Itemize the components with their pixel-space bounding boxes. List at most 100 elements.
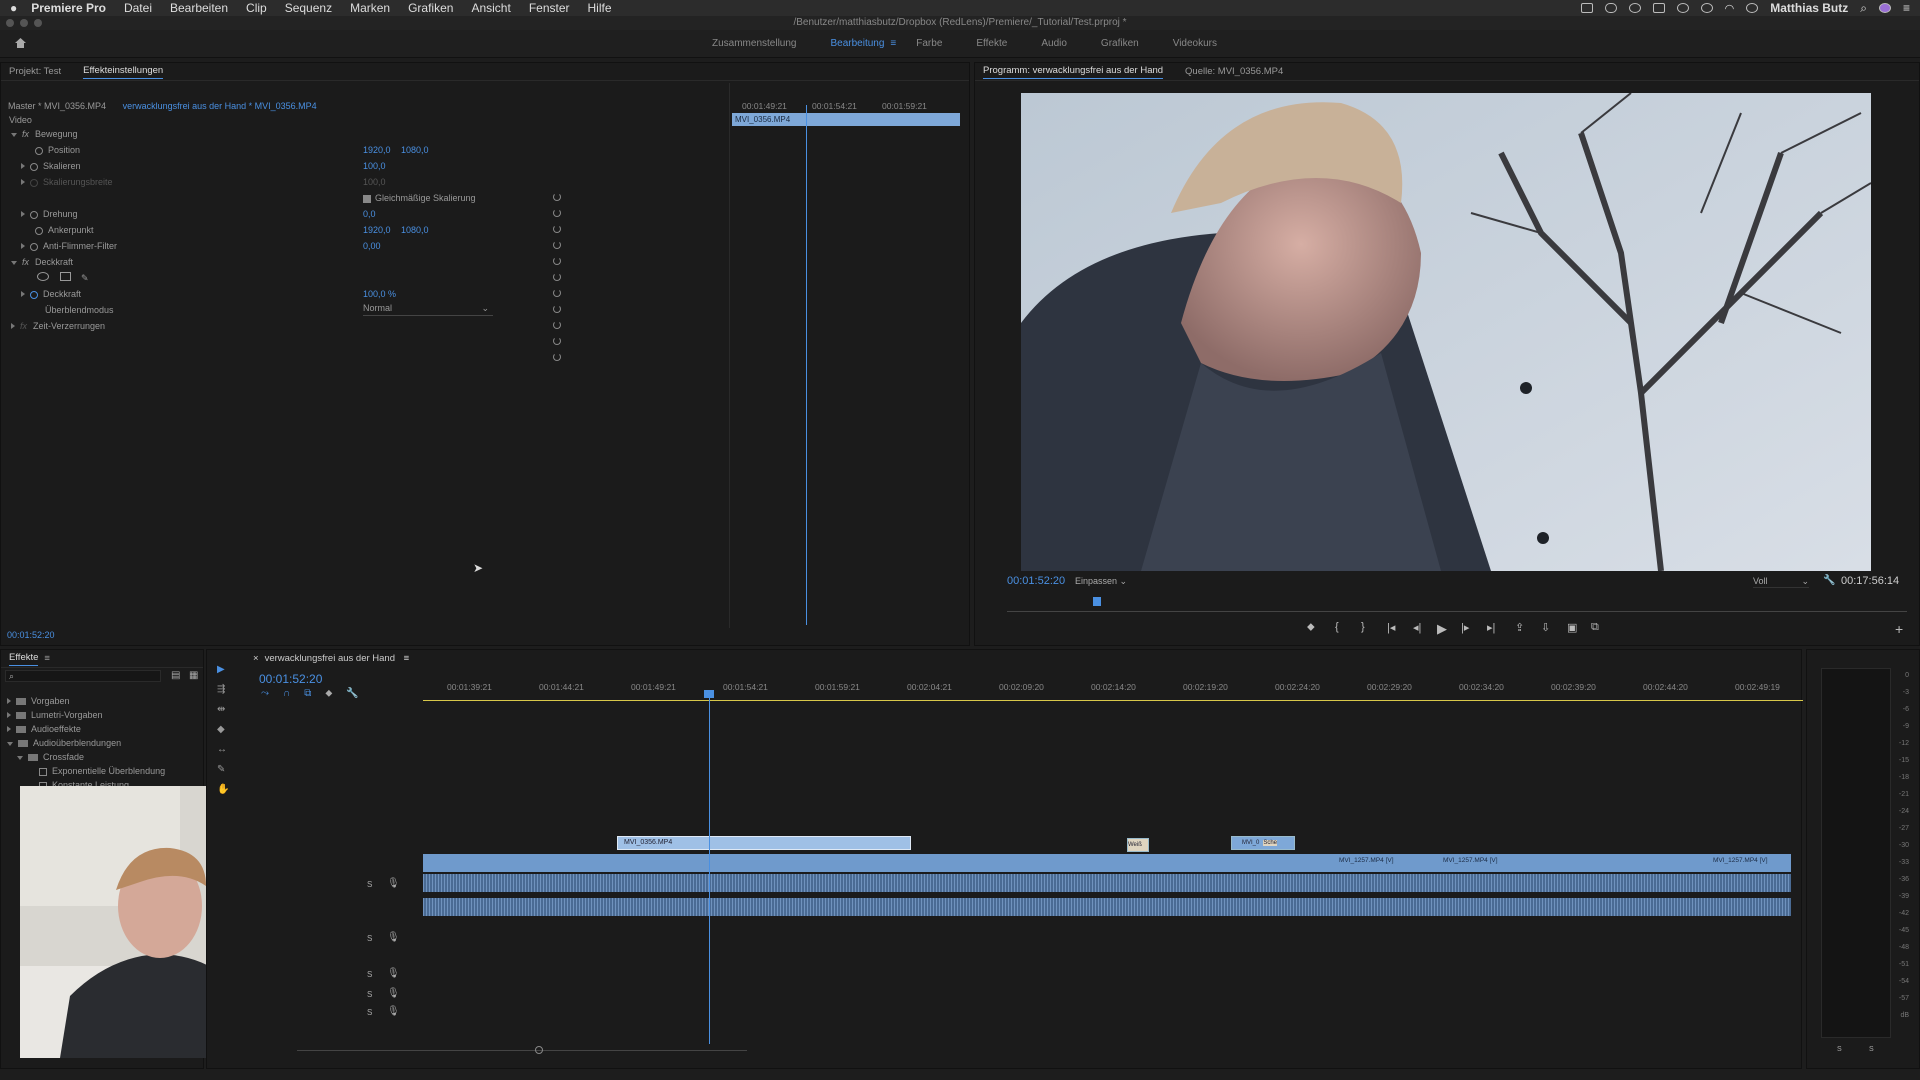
effect-timecode[interactable]: 00:01:52:20	[7, 630, 55, 640]
reset-icon[interactable]	[553, 289, 561, 297]
go-to-in-button[interactable]: |◂	[1387, 621, 1395, 634]
go-to-out-button[interactable]: ▸|	[1487, 621, 1495, 634]
expand-icon[interactable]	[7, 726, 11, 732]
expand-icon[interactable]	[11, 323, 15, 329]
timeline-scrollbar[interactable]	[297, 1050, 747, 1051]
track-select-tool-icon[interactable]: ⇶	[217, 684, 229, 695]
expand-icon[interactable]	[21, 243, 25, 249]
tab-effect-controls[interactable]: Effekteinstellungen	[83, 65, 164, 79]
history-icon[interactable]	[1700, 3, 1713, 13]
ellipse-mask-icon[interactable]	[37, 272, 49, 281]
stopwatch-icon[interactable]	[35, 146, 43, 155]
screen-icon[interactable]	[1580, 3, 1593, 13]
sequence-clip-label[interactable]: verwacklungsfrei aus der Hand * MVI_0356…	[123, 101, 317, 111]
time-ruler[interactable]: 00:01:39:21 00:01:44:21 00:01:49:21 00:0…	[423, 674, 1803, 694]
tree-item[interactable]: Crossfade	[43, 752, 84, 762]
menu-fenster[interactable]: Fenster	[529, 1, 570, 15]
position-x-value[interactable]: 1920,0	[363, 145, 391, 159]
camera-icon[interactable]: ▣	[1567, 621, 1577, 634]
lift-button[interactable]: ⇪	[1515, 621, 1524, 634]
rectangle-mask-icon[interactable]	[59, 272, 71, 281]
uniform-scale-checkbox[interactable]	[363, 194, 371, 203]
quality-dropdown[interactable]: Voll ⌄	[1753, 576, 1809, 588]
stopwatch-icon[interactable]	[30, 162, 38, 171]
fit-dropdown[interactable]: Einpassen ⌄	[1075, 576, 1127, 587]
microphone-icon[interactable]: 🎙	[387, 878, 400, 889]
workspace-effekte[interactable]: Effekte	[976, 38, 1007, 49]
play-button[interactable]: ▶	[1437, 621, 1447, 637]
reset-icon[interactable]	[553, 353, 561, 361]
timeline-playhead[interactable]	[709, 694, 710, 1044]
tree-item[interactable]: Vorgaben	[31, 696, 70, 706]
marker-icon[interactable]: ⬥	[325, 688, 332, 699]
comparison-view-button[interactable]: ⧉	[1591, 621, 1599, 634]
wrench-icon[interactable]: 🔧	[1823, 575, 1835, 586]
siri-icon[interactable]	[1878, 3, 1891, 13]
master-clip-label[interactable]: Master * MVI_0356.MP4	[8, 101, 106, 111]
add-button[interactable]: +	[1895, 621, 1903, 637]
timeline-timecode[interactable]: 00:01:52:20	[259, 672, 322, 686]
video-track-v1[interactable]: MVI_1257.MP4 [V] MVI_1257.MP4 [V] MVI_12…	[423, 854, 1791, 872]
dropbox-icon[interactable]	[1652, 3, 1665, 13]
razor-tool-icon[interactable]: ◆	[217, 724, 229, 735]
video-frame[interactable]	[1021, 93, 1871, 571]
microphone-icon[interactable]: 🎙	[387, 988, 400, 999]
audio-track-a1[interactable]	[423, 874, 1791, 892]
step-back-button[interactable]: ◂|	[1413, 621, 1421, 634]
pen-tool-icon[interactable]: ✎	[217, 764, 229, 775]
reset-icon[interactable]	[553, 225, 561, 233]
blend-mode-select[interactable]: Normal ⌄	[363, 303, 493, 316]
panel-menu-icon[interactable]: ≡	[404, 653, 410, 664]
microphone-icon[interactable]: 🎙	[387, 1006, 400, 1017]
clip-v1-c[interactable]: MVI_1257.MP4 [V]	[1713, 857, 1768, 864]
track-solo-label[interactable]: S	[367, 970, 372, 979]
scroll-handle[interactable]	[535, 1046, 543, 1054]
expand-icon[interactable]	[7, 712, 11, 718]
timeline-tab[interactable]: × verwacklungsfrei aus der Hand ≡	[253, 653, 409, 664]
pen-mask-icon[interactable]: ✎	[81, 273, 89, 283]
track-solo-label[interactable]: S	[367, 1008, 372, 1017]
reset-icon[interactable]	[553, 257, 561, 265]
stopwatch-icon[interactable]	[30, 290, 38, 299]
clip-v1-b[interactable]: MVI_1257.MP4 [V]	[1443, 857, 1498, 864]
nest-icon[interactable]: ⤳	[261, 688, 269, 699]
menu-ansicht[interactable]: Ansicht	[471, 1, 510, 15]
step-forward-button[interactable]: |▸	[1461, 621, 1469, 634]
expand-icon[interactable]	[21, 291, 25, 297]
menu-sequenz[interactable]: Sequenz	[285, 1, 332, 15]
stopwatch-icon[interactable]	[30, 242, 38, 251]
playhead-handle[interactable]	[704, 690, 714, 698]
new-bin-icon[interactable]: ▤	[171, 670, 180, 681]
expand-icon[interactable]	[21, 179, 25, 185]
tab-program[interactable]: Programm: verwacklungsfrei aus der Hand	[983, 65, 1164, 79]
reset-icon[interactable]	[553, 321, 561, 329]
menu-grafiken[interactable]: Grafiken	[408, 1, 453, 15]
workspace-menu-icon[interactable]: ≡	[890, 38, 896, 49]
menu-list-icon[interactable]: ≡	[1903, 1, 1910, 15]
collapse-icon[interactable]	[17, 756, 23, 760]
minimize-window-button[interactable]	[20, 19, 28, 27]
menu-datei[interactable]: Datei	[124, 1, 152, 15]
reset-icon[interactable]	[553, 209, 561, 217]
panel-menu-icon[interactable]: ≡	[44, 653, 50, 664]
home-icon[interactable]	[14, 37, 27, 49]
workspace-bearbeitung[interactable]: Bearbeitung	[830, 38, 884, 49]
wifi-icon[interactable]: ◠	[1725, 2, 1735, 15]
hand-tool-icon[interactable]: ✋	[217, 784, 229, 795]
mark-out-button[interactable]: }	[1361, 621, 1365, 633]
audio-track-a2[interactable]	[423, 898, 1791, 916]
collapse-icon[interactable]	[11, 261, 17, 265]
program-timecode[interactable]: 00:01:52:20	[1007, 575, 1065, 587]
tree-item[interactable]: Audioüberblendungen	[33, 738, 121, 748]
program-playhead[interactable]	[1093, 597, 1101, 606]
effect-deckkraft[interactable]: Deckkraft	[35, 257, 73, 267]
work-area-bar[interactable]	[423, 700, 1803, 701]
mark-in-button[interactable]: {	[1335, 621, 1339, 633]
menu-bearbeiten[interactable]: Bearbeiten	[170, 1, 228, 15]
close-window-button[interactable]	[6, 19, 14, 27]
tab-source[interactable]: Quelle: MVI_0356.MP4	[1185, 66, 1283, 77]
tree-item[interactable]: Audioeffekte	[31, 724, 81, 734]
app-name[interactable]: Premiere Pro	[31, 1, 106, 15]
clip-v2-mvi0356[interactable]: MVI_0356.MP4	[617, 836, 911, 850]
track-solo-label[interactable]: S	[367, 990, 372, 999]
